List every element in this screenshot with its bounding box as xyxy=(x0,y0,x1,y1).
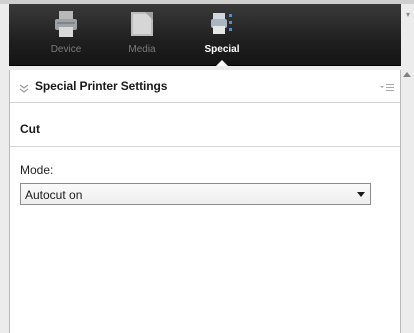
collapse-chevron-icon[interactable] xyxy=(19,81,29,93)
active-tab-indicator xyxy=(216,60,228,66)
toolbar-button-special[interactable]: Special xyxy=(191,4,253,66)
panel-header[interactable]: Special Printer Settings xyxy=(10,70,400,103)
dropdown-arrow-icon xyxy=(357,192,365,197)
toolbar-label-media: Media xyxy=(128,44,156,55)
section-divider xyxy=(10,146,400,147)
mode-select[interactable]: Autocut on xyxy=(20,183,371,205)
toolbar-button-media[interactable]: Media xyxy=(111,4,173,66)
toolbar: Device Media Special xyxy=(9,4,401,66)
printer-icon xyxy=(54,10,78,43)
toolbar-label-device: Device xyxy=(50,44,82,55)
scroll-up-icon[interactable] xyxy=(403,72,411,77)
scroll-down-icon[interactable]: ▾ xyxy=(406,10,410,19)
panel-menu-icon[interactable] xyxy=(380,80,394,91)
media-icon xyxy=(129,10,155,43)
mode-select-value: Autocut on xyxy=(25,188,83,202)
app-window: Device Media Special ▾ Special Printer S… xyxy=(0,0,414,333)
toolbar-button-device[interactable]: Device xyxy=(35,4,97,66)
mode-label: Mode: xyxy=(20,163,54,177)
panel-title: Special Printer Settings xyxy=(35,79,168,93)
special-settings-icon xyxy=(210,10,234,43)
settings-panel: Special Printer Settings Cut Mode: Autoc… xyxy=(9,70,401,333)
toolbar-label-special: Special xyxy=(204,44,240,55)
section-title-cut: Cut xyxy=(20,122,40,136)
